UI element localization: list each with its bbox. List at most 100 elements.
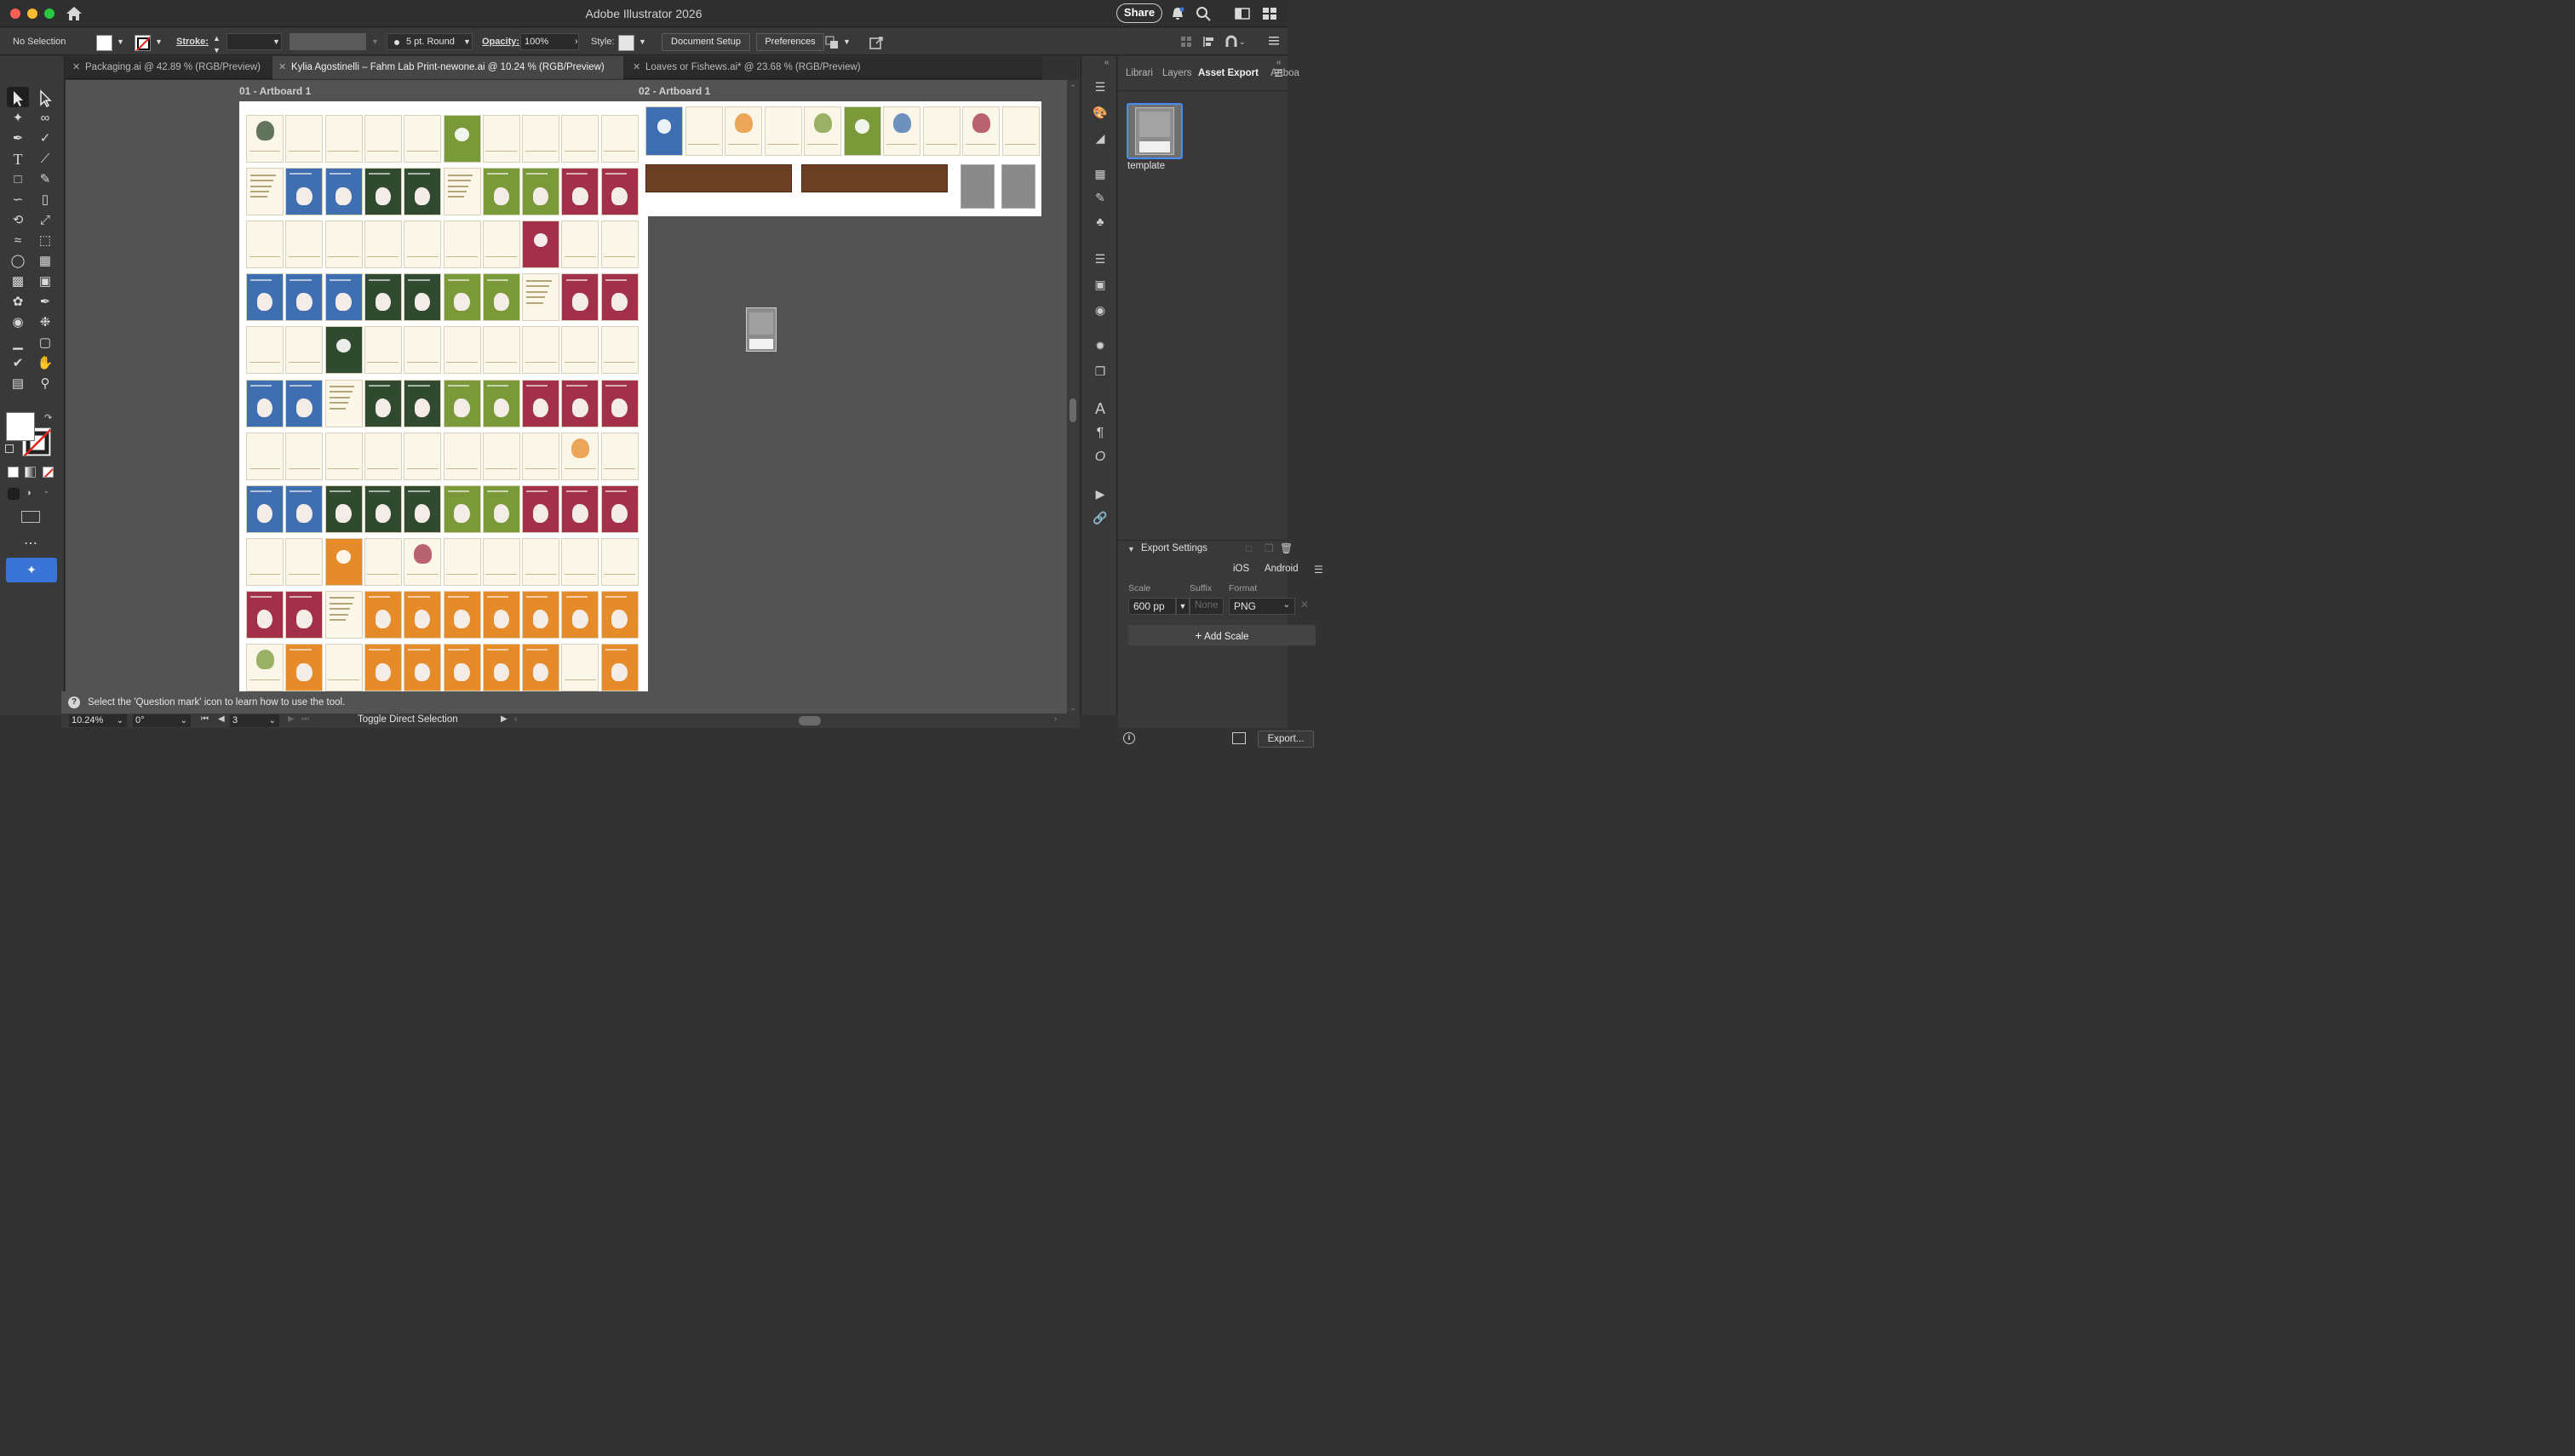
- card-cream[interactable]: [246, 432, 284, 480]
- card-olive[interactable]: [443, 273, 481, 322]
- card-orange[interactable]: [404, 590, 442, 639]
- arrange-documents-icon[interactable]: [1262, 6, 1277, 21]
- duplicate-icon[interactable]: ❐: [1265, 542, 1274, 554]
- rotation-field[interactable]: 0° ⌄: [133, 714, 191, 727]
- card-maroon[interactable]: [600, 273, 639, 322]
- selection-tool-icon[interactable]: [9, 89, 27, 107]
- lasso-tool-icon[interactable]: ∞: [36, 109, 54, 128]
- graphic-styles-icon[interactable]: ❐: [1092, 364, 1109, 381]
- card-cream[interactable]: [404, 221, 442, 269]
- card-cream[interactable]: [246, 644, 284, 691]
- card-cream[interactable]: [685, 106, 723, 156]
- magnet-icon[interactable]: [1224, 35, 1238, 49]
- chevron-down-icon[interactable]: ▼: [371, 28, 379, 55]
- card-cream-text[interactable]: [522, 273, 560, 322]
- artboard-tool-icon[interactable]: ▢: [36, 334, 54, 353]
- artboard-1[interactable]: [239, 101, 648, 697]
- card-cream[interactable]: [522, 115, 560, 163]
- card-orange[interactable]: [600, 644, 639, 691]
- artboard-number-field[interactable]: 3 ⌄: [230, 714, 279, 727]
- card-cream[interactable]: [324, 432, 363, 480]
- card-cream[interactable]: [561, 432, 599, 480]
- card-blue[interactable]: [285, 379, 324, 427]
- horizontal-scroll-thumb[interactable]: [799, 716, 821, 725]
- more-tools-icon[interactable]: ⋯: [24, 535, 37, 552]
- chevron-down-icon[interactable]: ▼: [843, 28, 851, 55]
- card-orange[interactable]: [443, 644, 481, 691]
- card-orange[interactable]: [482, 644, 520, 691]
- card-olive[interactable]: [482, 379, 520, 427]
- card-blue[interactable]: [285, 273, 324, 322]
- card-cream[interactable]: [404, 432, 442, 480]
- card-maroon[interactable]: [522, 484, 560, 533]
- card-orange[interactable]: [364, 644, 402, 691]
- artboard-2[interactable]: [639, 101, 1041, 216]
- card-blue-title[interactable]: [645, 106, 683, 156]
- actions-icon[interactable]: ▶: [1092, 487, 1109, 504]
- card-cream[interactable]: [561, 326, 599, 375]
- card-cream-blue-title[interactable]: [246, 115, 284, 163]
- hand-tool-icon[interactable]: ✋: [36, 354, 54, 373]
- card-blue[interactable]: [324, 273, 363, 322]
- format-select[interactable]: PNG ⌄: [1229, 598, 1295, 615]
- tab-asset-export[interactable]: Asset Export: [1198, 68, 1259, 78]
- card-blue[interactable]: [246, 484, 284, 533]
- notification-bell-icon[interactable]: [1170, 6, 1185, 21]
- perspective-grid-tool-icon[interactable]: ▦: [36, 252, 54, 271]
- swap-fill-stroke-icon[interactable]: ↷: [44, 412, 52, 423]
- stroke-icon[interactable]: ☰: [1092, 252, 1109, 269]
- workspace-switcher-icon[interactable]: [1235, 6, 1250, 21]
- remove-scale-icon[interactable]: ✕: [1300, 599, 1309, 610]
- card-orange[interactable]: [364, 590, 402, 639]
- card-cream[interactable]: [324, 115, 363, 163]
- card-cream[interactable]: [522, 326, 560, 375]
- transform-icon[interactable]: [1202, 36, 1216, 48]
- card-cream[interactable]: [600, 326, 639, 375]
- card-maroon[interactable]: [561, 273, 599, 322]
- card-maroon[interactable]: [285, 590, 324, 639]
- properties-icon[interactable]: ☰: [1092, 80, 1109, 97]
- last-artboard-icon[interactable]: ⏭: [301, 714, 309, 724]
- card-cream[interactable]: [482, 115, 520, 163]
- tab-packaging[interactable]: ✕ Packaging.ai @ 42.89 % (RGB/Preview): [66, 56, 266, 79]
- card-cream[interactable]: [443, 221, 481, 269]
- card-maroon[interactable]: [561, 484, 599, 533]
- generative-ai-button[interactable]: ✦: [6, 558, 57, 582]
- draw-inside-icon[interactable]: ◔: [43, 488, 54, 499]
- close-icon[interactable]: ✕: [278, 56, 286, 79]
- info-icon[interactable]: i: [1123, 732, 1135, 744]
- card-cream[interactable]: [324, 644, 363, 691]
- next-artboard-icon[interactable]: ▶: [288, 714, 295, 724]
- chevron-down-icon[interactable]: ▼: [272, 28, 280, 55]
- links-icon[interactable]: 🔗: [1092, 511, 1109, 528]
- arrange-icon[interactable]: [824, 35, 840, 50]
- card-cream[interactable]: [364, 432, 402, 480]
- card-blue[interactable]: [246, 273, 284, 322]
- card-olive[interactable]: [443, 379, 481, 427]
- card-cream[interactable]: [364, 326, 402, 375]
- card-cream[interactable]: [443, 537, 481, 586]
- card-cream[interactable]: [285, 115, 324, 163]
- suffix-field[interactable]: None: [1190, 598, 1224, 615]
- card-maroon-title[interactable]: [522, 221, 560, 269]
- card-darkgreen[interactable]: [404, 168, 442, 216]
- card-cream[interactable]: [285, 432, 324, 480]
- shape-builder-tool-icon[interactable]: ◯: [9, 252, 27, 271]
- gradient-mode-icon[interactable]: [25, 467, 36, 478]
- card-darkgreen[interactable]: [404, 484, 442, 533]
- card-cream-text[interactable]: [324, 590, 363, 639]
- tab-loaves-or-fishews[interactable]: ✕ Loaves or Fishews.ai* @ 23.68 % (RGB/Pr…: [627, 56, 882, 79]
- card-cream[interactable]: [482, 537, 520, 586]
- shaper-tool-icon[interactable]: ∽: [9, 191, 27, 209]
- card-cream[interactable]: [883, 106, 920, 156]
- share-button[interactable]: Share: [1116, 3, 1162, 23]
- card-cream[interactable]: [364, 537, 402, 586]
- eraser-tool-icon[interactable]: ▯: [36, 191, 54, 209]
- card-cream[interactable]: [404, 537, 442, 586]
- asset-name[interactable]: template: [1127, 161, 1165, 171]
- first-artboard-icon[interactable]: ⏮: [201, 714, 209, 724]
- card-olive-title[interactable]: [443, 115, 481, 163]
- panel-menu-icon[interactable]: ☰: [1274, 67, 1283, 79]
- canvas[interactable]: 01 - Artboard 1 02 - Artboard 1: [66, 80, 1067, 714]
- question-mark-icon[interactable]: ?: [68, 696, 80, 708]
